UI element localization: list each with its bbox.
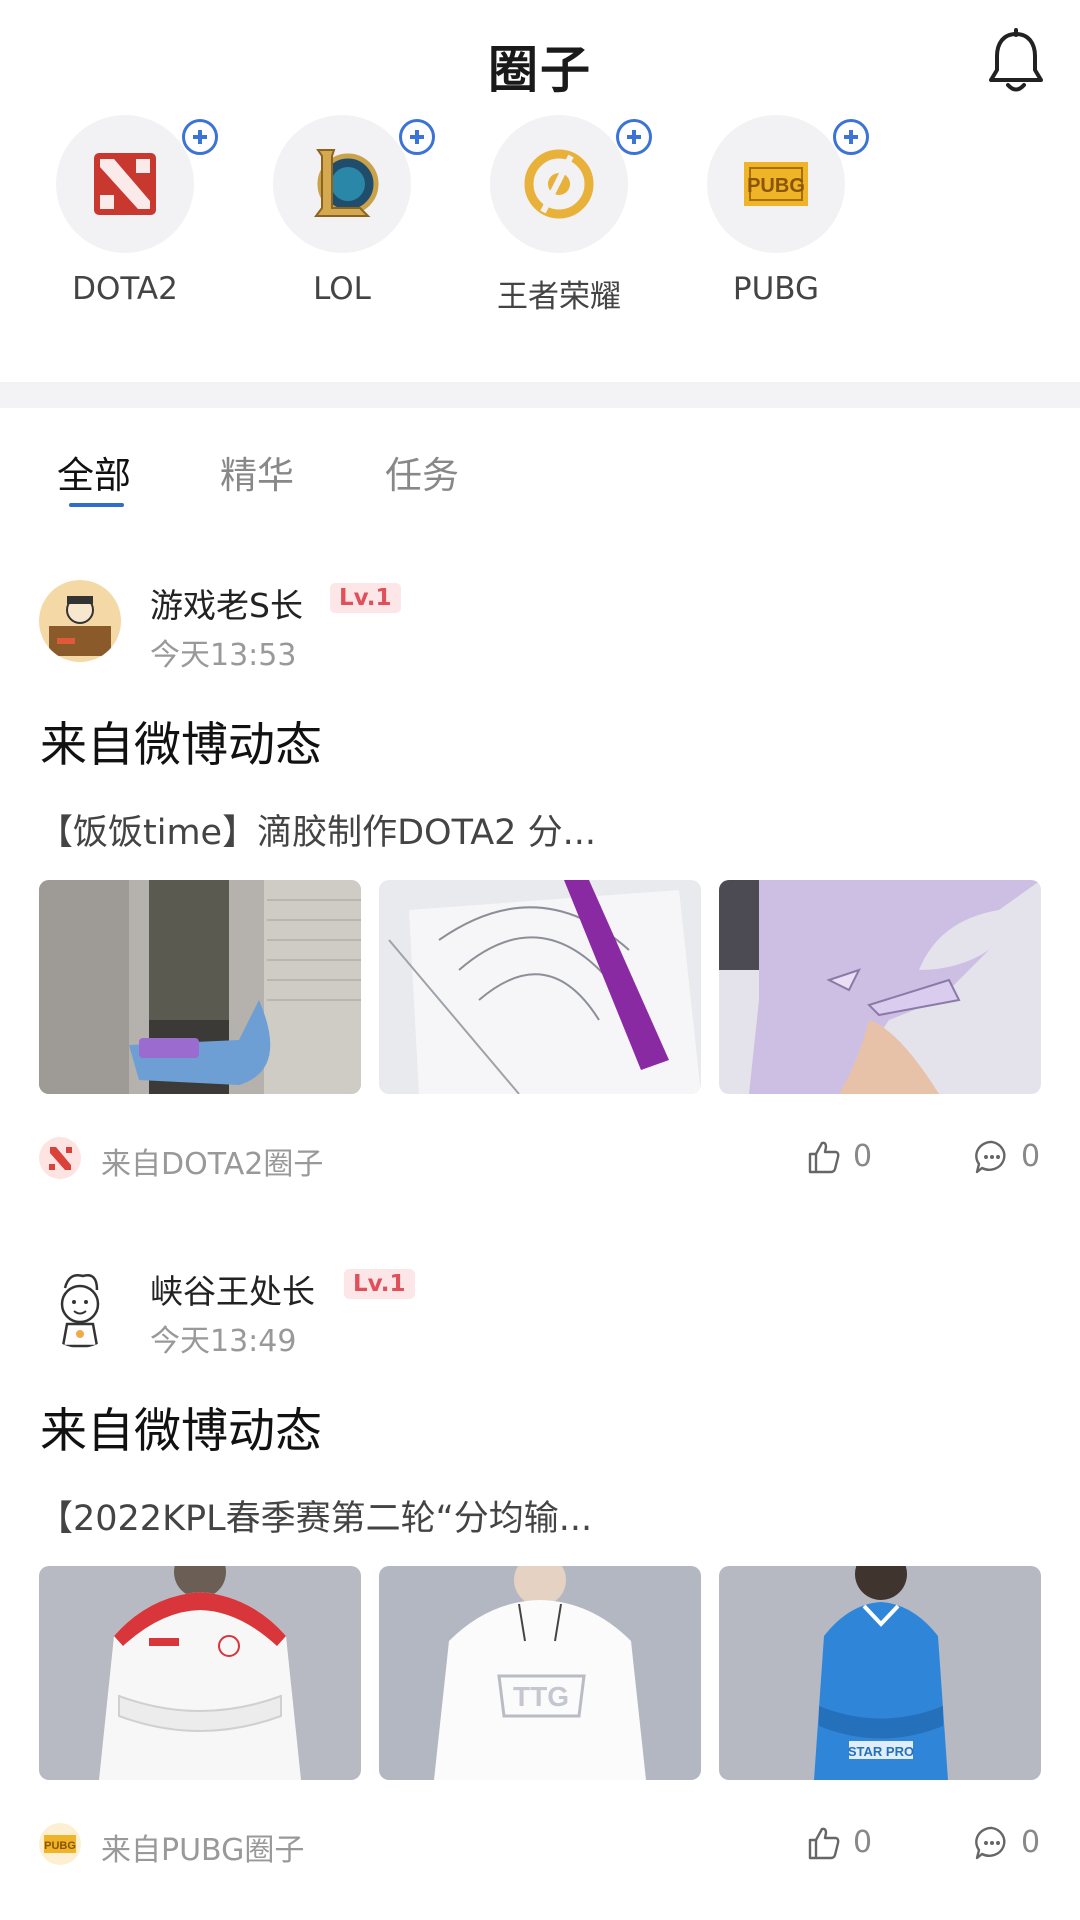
circle-name: LOL [313, 271, 371, 307]
tab-tasks[interactable]: 任务 [385, 445, 459, 499]
bell-icon[interactable] [985, 28, 1047, 96]
comment-icon[interactable] [974, 1139, 1010, 1175]
add-circle-button[interactable] [399, 119, 435, 155]
avatar[interactable] [39, 580, 121, 662]
post-image[interactable] [39, 1566, 361, 1780]
tab-all[interactable]: 全部 [57, 445, 131, 499]
add-circle-button[interactable] [833, 119, 869, 155]
post-image[interactable] [719, 880, 1041, 1094]
dota2-logo-icon [94, 153, 156, 215]
active-tab-indicator [69, 503, 124, 507]
post-image[interactable] [379, 880, 701, 1094]
circle-item-dota2[interactable]: DOTA2 [25, 115, 225, 307]
circle-item-honor-of-kings[interactable]: 王者荣耀 [459, 115, 659, 316]
circle-item-lol[interactable]: LOL [242, 115, 442, 307]
like-icon[interactable] [806, 1825, 842, 1861]
post-username[interactable]: 峡谷王处长 [150, 1265, 315, 1313]
add-circle-button[interactable] [616, 119, 652, 155]
circle-item-pubg[interactable]: PUBG PUBG [676, 115, 876, 307]
comment-count: 0 [1021, 1825, 1041, 1860]
circle-name: 王者荣耀 [497, 279, 621, 315]
post-username[interactable]: 游戏老S长 [150, 579, 303, 627]
post-title[interactable]: 来自微博动态 [40, 1392, 322, 1461]
post-excerpt[interactable]: 【饭饭time】滴胶制作DOTA2 分... [38, 804, 596, 855]
honor-of-kings-logo-icon [524, 149, 594, 219]
post-image[interactable]: TTG [379, 1566, 701, 1780]
circle-name: DOTA2 [72, 271, 178, 307]
post-source[interactable]: 来自PUBG圈子 [101, 1825, 304, 1869]
pubg-logo-icon: PUBG [744, 162, 808, 206]
circle-name: PUBG [732, 271, 820, 307]
avatar[interactable] [39, 1266, 121, 1348]
tab-featured[interactable]: 精华 [220, 445, 294, 499]
post-title[interactable]: 来自微博动态 [40, 706, 322, 775]
svg-text:PUBG: PUBG [747, 175, 805, 197]
svg-text:TTG: TTG [513, 1681, 569, 1712]
like-icon[interactable] [806, 1139, 842, 1175]
svg-text:PUBG: PUBG [44, 1840, 76, 1852]
page-title: 圈子 [488, 41, 592, 99]
lol-logo-icon [314, 149, 379, 217]
add-circle-button[interactable] [182, 119, 218, 155]
svg-text:STAR PRO: STAR PRO [848, 1744, 914, 1759]
level-badge: Lv.1 [344, 1269, 415, 1299]
post-excerpt[interactable]: 【2022KPL春季赛第二轮“分均输... [38, 1490, 592, 1541]
dota2-circle-icon [39, 1137, 81, 1179]
section-divider [0, 382, 1080, 408]
post-image[interactable]: STAR PRO [719, 1566, 1041, 1780]
pubg-circle-icon: PUBG [39, 1823, 81, 1865]
level-badge: Lv.1 [330, 583, 401, 613]
like-count: 0 [853, 1825, 873, 1860]
like-count: 0 [853, 1139, 873, 1174]
post-source[interactable]: 来自DOTA2圈子 [101, 1139, 323, 1183]
comment-icon[interactable] [974, 1825, 1010, 1861]
post-image[interactable] [39, 880, 361, 1094]
comment-count: 0 [1021, 1139, 1041, 1174]
post-time: 今天13:53 [150, 638, 297, 673]
post-time: 今天13:49 [150, 1324, 297, 1359]
